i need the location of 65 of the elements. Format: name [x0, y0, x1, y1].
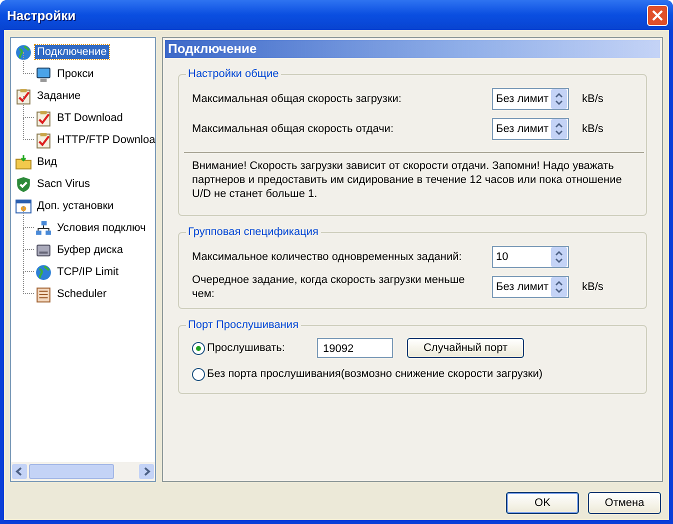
tree-item[interactable]: Подключение	[35, 45, 109, 59]
spin-arrows-icon[interactable]	[551, 277, 567, 297]
tree-connector-line	[23, 228, 34, 250]
tree-item[interactable]: Буфер диска	[55, 243, 125, 257]
folder-icon	[15, 154, 32, 170]
setting-label: Максимальная общая скорость отдачи:	[192, 122, 395, 136]
radio-button[interactable]	[192, 368, 205, 380]
tree-item[interactable]: Sacn Virus	[35, 177, 92, 191]
tree-connector-line	[23, 96, 34, 118]
cancel-button[interactable]: Отмена	[588, 492, 661, 514]
tree-connector-line	[23, 52, 34, 74]
tree-item[interactable]: Условия подключ	[55, 221, 148, 235]
scrollbar-thumb[interactable]	[29, 464, 114, 479]
unit-label: kB/s	[582, 281, 604, 293]
clipboard-icon	[15, 88, 32, 104]
radio-label[interactable]: Прослушивать:	[207, 342, 285, 354]
setting-label: Очередное задание, когда скорость загрузки меньше чем:	[192, 273, 466, 301]
tree-item[interactable]: Задание	[35, 89, 83, 103]
window-title: Настройки	[7, 8, 76, 22]
monitor-icon	[35, 66, 52, 82]
spin-field[interactable]: Без лимит	[492, 118, 569, 140]
window-icon	[15, 198, 32, 214]
port-field[interactable]: 19092	[317, 338, 393, 358]
group-title: Настройки общие	[187, 68, 280, 80]
close-button[interactable]	[647, 4, 668, 26]
random-port-button[interactable]: Случайный порт	[407, 338, 524, 358]
spin-field[interactable]: Без лимит	[492, 276, 569, 298]
spin-arrows-icon[interactable]	[551, 119, 567, 139]
tree-item[interactable]: Прокси	[55, 67, 96, 81]
panel-header: Подключение	[165, 40, 660, 58]
tree-item[interactable]: Вид	[35, 155, 59, 169]
unit-label: kB/s	[582, 93, 604, 105]
tree-item[interactable]: Доп. установки	[35, 199, 116, 213]
tree-item[interactable]: TCP/IP Limit	[55, 265, 121, 279]
tree-connector-line	[23, 250, 34, 272]
close-icon	[651, 8, 664, 22]
clipboard-icon	[35, 110, 52, 126]
drive-icon	[35, 242, 52, 258]
group-title: Порт Прослушивания	[187, 319, 300, 331]
shield-icon	[15, 176, 32, 192]
network-icon	[35, 220, 52, 236]
clipboard-icon	[35, 132, 52, 148]
horizontal-scrollbar[interactable]	[11, 462, 155, 481]
tree-connector-line	[23, 272, 34, 294]
spin-field[interactable]: Без лимит	[492, 88, 569, 110]
tree-connector-line	[23, 206, 34, 228]
warning-text: Внимание! Скорость загрузки зависит от скорости отдачи. Запомни! Надо уважать партнеров и предоставить им сидирование в течение 12 часов или пока отношение U/D не станет больше 1.	[192, 159, 623, 201]
setting-label: Максимальная общая скорость загрузки:	[192, 92, 402, 106]
ok-button[interactable]: OK	[506, 492, 579, 514]
tree-connector-line	[23, 118, 34, 140]
spin-arrows-icon[interactable]	[551, 89, 567, 109]
globe-icon	[15, 44, 32, 60]
scroll-right-icon[interactable]	[139, 464, 154, 479]
radio-button[interactable]	[192, 342, 205, 354]
globe-icon	[35, 264, 52, 280]
unit-label: kB/s	[582, 123, 604, 135]
group-title: Групповая спецификация	[187, 226, 320, 238]
tree-item[interactable]: Scheduler	[55, 287, 109, 301]
setting-label: Максимальное количество одновременных заданий:	[192, 250, 463, 264]
radio-label[interactable]: Без порта прослушивания(возмозно снижение скорости загрузки)	[207, 368, 543, 380]
spin-field[interactable]: 10	[492, 246, 569, 268]
tree-item[interactable]: BT Download	[55, 111, 125, 125]
spin-arrows-icon[interactable]	[551, 247, 567, 267]
tree-item[interactable]: HTTP/FTP Downloa	[55, 133, 158, 147]
scroll-left-icon[interactable]	[12, 464, 27, 479]
